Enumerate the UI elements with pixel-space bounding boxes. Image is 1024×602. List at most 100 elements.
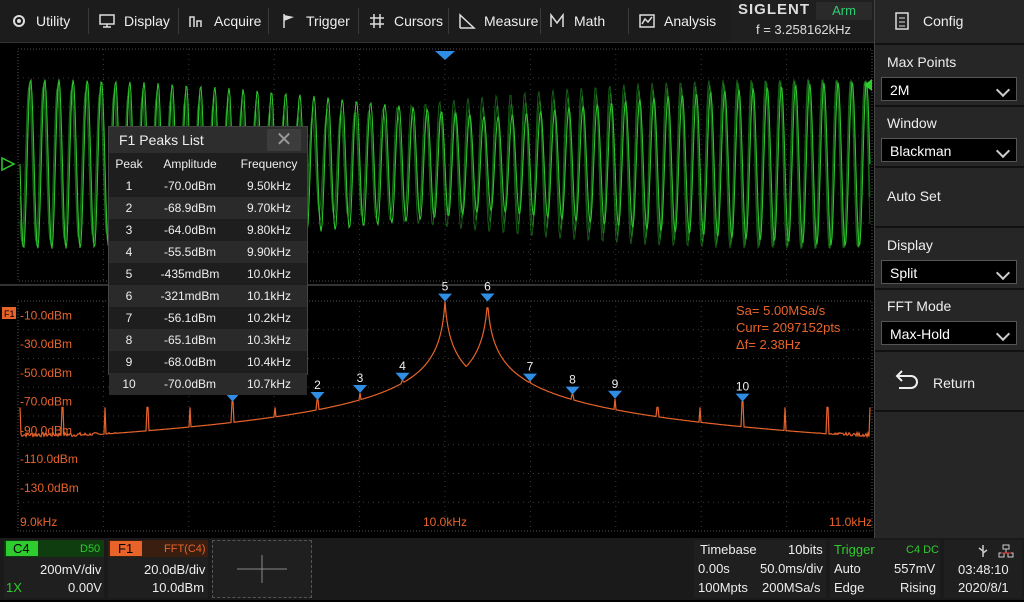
- table-row[interactable]: 8 -65.1dBm 10.3kHz: [109, 329, 307, 351]
- peak-frequency: 10.7kHz: [231, 373, 307, 395]
- peak-marker: [438, 293, 452, 302]
- window-select[interactable]: Blackman: [881, 138, 1017, 162]
- f1-marker-label: F1: [4, 309, 15, 319]
- crosshair-icon: [370, 14, 384, 28]
- peak-amplitude: -64.0dBm: [163, 223, 217, 237]
- peak-frequency: 10.3kHz: [231, 329, 307, 351]
- f1-reference: 10.0dBm: [152, 580, 205, 595]
- menu-acquire[interactable]: Acquire: [188, 0, 261, 42]
- run-state-badge[interactable]: Arm: [816, 2, 872, 20]
- chevron-down-icon: [995, 82, 1011, 98]
- menu-measure[interactable]: Measure: [458, 0, 538, 42]
- chevron-down-icon: [995, 143, 1011, 159]
- auto-set-button[interactable]: Auto Set: [887, 188, 941, 204]
- return-icon: [895, 370, 918, 389]
- chevron-down-icon: [995, 265, 1011, 281]
- menu-display[interactable]: Display: [98, 0, 170, 42]
- f1-math-box[interactable]: F1 FFT(C4) 20.0dB/div 10.0dBm: [108, 540, 208, 598]
- peak-amplitude: -65.1dBm: [149, 329, 231, 351]
- menu-trigger-label: Trigger: [306, 13, 350, 29]
- menu-analysis[interactable]: Analysis: [638, 0, 716, 42]
- menu-acquire-label: Acquire: [214, 13, 262, 29]
- channel-4-box[interactable]: C4 D50 200mV/div 1X 0.00V: [4, 540, 104, 598]
- trigger-mode: Auto: [834, 561, 861, 576]
- peak-index: 8: [109, 329, 149, 351]
- trigger-slope: Rising: [900, 580, 937, 595]
- ruler-icon: [459, 13, 476, 29]
- channel-4-name: C4: [13, 541, 30, 556]
- menu-utility[interactable]: Utility: [10, 0, 70, 42]
- display-label: Display: [887, 237, 933, 253]
- timebase-scale: 50.0ms/div: [760, 561, 823, 576]
- menu-math[interactable]: Math: [548, 0, 605, 42]
- peak-marker-label: 8: [569, 373, 576, 387]
- fft-mode-value: Max-Hold: [890, 326, 950, 342]
- peak-frequency: 9.80kHz: [246, 223, 292, 237]
- waveform-screen: F1 1 2 3 4 5 6 7 8 9 10 -10.0dBm -30.0dBm -50.0dBm -…: [0, 43, 874, 534]
- peaks-list-dialog: F1 Peaks List ✕ Peak Amplitude Frequency…: [108, 126, 308, 395]
- menu-math-label: Math: [574, 13, 606, 29]
- peak-marker-label: 4: [399, 359, 406, 373]
- peak-index: 6: [109, 285, 149, 307]
- peak-index: 10: [109, 373, 149, 395]
- fft-mode-select[interactable]: Max-Hold: [881, 321, 1017, 345]
- fft-y-tick-label: -50.0dBm: [20, 366, 72, 380]
- f1-scale: 20.0dB/div: [144, 562, 206, 577]
- peaks-list-header: F1 Peaks List ✕: [109, 127, 307, 153]
- peak-amplitude: -321mdBm: [149, 285, 231, 307]
- flag-icon: [283, 14, 294, 28]
- timebase-bits: 10bits: [788, 542, 823, 557]
- brand-area: SIGLENT Arm f = 3.258162kHz: [730, 0, 874, 42]
- menu-cursors[interactable]: Cursors: [368, 0, 443, 42]
- peak-frequency: 10.0kHz: [246, 267, 292, 281]
- window-label: Window: [887, 115, 937, 131]
- window-value: Blackman: [890, 143, 952, 159]
- plus-icon: [237, 555, 287, 583]
- max-points-select[interactable]: 2M: [881, 77, 1017, 101]
- math-icon: [550, 13, 564, 27]
- gear-icon: [13, 15, 25, 27]
- table-row[interactable]: 9 -68.0dBm 10.4kHz: [109, 351, 307, 373]
- peaks-header-amplitude: Amplitude: [163, 157, 217, 171]
- peak-frequency: 10.2kHz: [246, 311, 292, 325]
- display-select[interactable]: Split: [881, 260, 1017, 284]
- bottom-status-bar: C4 D50 200mV/div 1X 0.00V F1 FFT(C4) 20.…: [0, 538, 1024, 600]
- display-value: Split: [890, 265, 918, 281]
- menu-trigger[interactable]: Trigger: [280, 0, 350, 42]
- siglent-logo: SIGLENT: [738, 1, 811, 18]
- table-row[interactable]: 10 -70.0dBm 10.7kHz: [109, 373, 307, 395]
- return-button[interactable]: Return: [875, 362, 1024, 402]
- table-row[interactable]: 4 -55.5dBm 9.90kHz: [109, 241, 307, 263]
- menu-display-label: Display: [124, 13, 170, 29]
- menu-utility-label: Utility: [36, 13, 71, 29]
- timebase-box[interactable]: Timebase 10bits 0.00s 50.0ms/div 100Mpts…: [694, 540, 826, 598]
- usb-icon: [978, 545, 988, 557]
- table-row[interactable]: 5 -435mdBm 10.0kHz: [109, 263, 307, 285]
- add-channel-box[interactable]: [212, 540, 312, 598]
- channel-4-coupling: D50: [80, 543, 101, 555]
- trigger-box[interactable]: Trigger C4 DC Auto 557mV Edge Rising: [830, 540, 940, 598]
- fft-current-points: Curr= 2097152pts: [736, 320, 841, 335]
- table-row[interactable]: 7 -56.1dBm 10.2kHz: [109, 307, 307, 329]
- trigger-level: 557mV: [894, 561, 936, 576]
- menu-cursors-label: Cursors: [394, 13, 444, 29]
- peak-amplitude: -68.0dBm: [163, 355, 217, 369]
- peak-index: 7: [125, 311, 133, 325]
- channel-4-offset-marker[interactable]: [1, 156, 16, 172]
- close-icon[interactable]: ✕: [267, 129, 301, 151]
- network-icon: [998, 544, 1014, 558]
- peak-marker-label: 2: [314, 378, 321, 392]
- fft-mode-label: FFT Mode: [887, 298, 952, 314]
- table-row[interactable]: 2 -68.9dBm 9.70kHz: [109, 197, 307, 219]
- fft-y-tick-label: -110.0dBm: [20, 452, 78, 466]
- peak-marker-label: 5: [442, 280, 449, 294]
- table-row[interactable]: 6 -321mdBm 10.1kHz: [109, 285, 307, 307]
- analysis-icon: [639, 14, 655, 28]
- peaks-table: Peak Amplitude Frequency 1 -70.0dBm 9.50kH…: [109, 153, 307, 395]
- peak-index: 2: [109, 197, 149, 219]
- peak-amplitude: -68.9dBm: [149, 197, 231, 219]
- table-row[interactable]: 1 -70.0dBm 9.50kHz: [109, 175, 307, 197]
- peak-index: 1: [125, 179, 133, 193]
- clock-date: 2020/8/1: [958, 580, 1009, 595]
- table-row[interactable]: 3 -64.0dBm 9.80kHz: [109, 219, 307, 241]
